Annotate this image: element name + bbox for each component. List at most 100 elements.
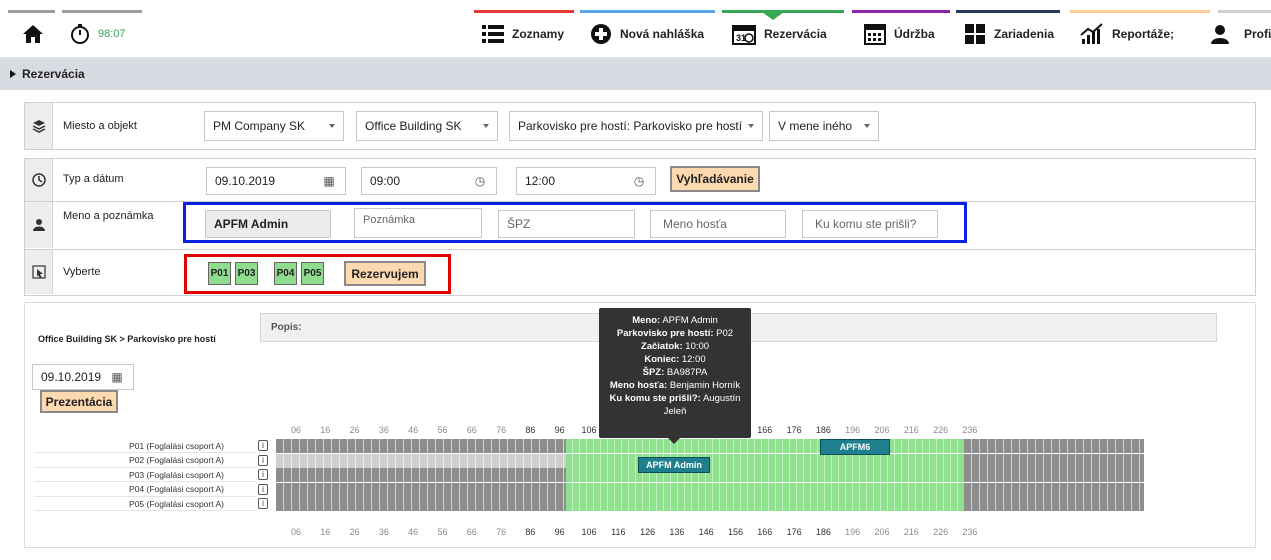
clock-small-icon[interactable]: ◷ — [623, 168, 655, 194]
nav-stripe — [852, 10, 950, 13]
gantt-row-bar[interactable] — [276, 482, 1144, 497]
on-behalf-select[interactable]: V mene iného — [769, 111, 879, 141]
select-value: V mene iného — [778, 119, 853, 133]
timeline-tick: 26 — [349, 527, 360, 537]
calendar-small-icon[interactable]: ▦ — [101, 365, 133, 389]
nav-nova-nahlaska[interactable]: Nová nahláška — [590, 23, 704, 45]
tooltip-line: Začiatok: 10:00 — [599, 340, 751, 353]
name-field[interactable]: APFM Admin — [205, 210, 331, 238]
time-to-value: 12:00 — [525, 174, 556, 188]
building-select[interactable]: Office Building SK — [356, 111, 498, 141]
note-field[interactable]: Poznámka — [354, 208, 482, 238]
presentation-button[interactable]: Prezentácia — [40, 390, 118, 413]
reservation-block-p01[interactable]: APFM6 — [820, 439, 890, 455]
gantt-row-label: P04 (Foglalási csoport A) — [34, 483, 256, 497]
timeline-tick: 166 — [757, 527, 773, 537]
timeline-tick: 36 — [378, 425, 389, 435]
clock-small-icon[interactable]: ◷ — [464, 168, 496, 194]
spot-button-p03[interactable]: P03 — [235, 262, 258, 285]
spot-button-p01[interactable]: P01 — [208, 262, 231, 285]
select-value: PM Company SK — [213, 119, 306, 133]
spot-button-p05[interactable]: P05 — [301, 262, 324, 285]
gantt-date-input[interactable]: 09.10.2019 ▦ — [32, 364, 134, 390]
plate-field[interactable]: ŠPZ — [498, 210, 635, 238]
tooltip-value: 10:00 — [685, 341, 710, 352]
nav-label: Rezervácia — [764, 27, 827, 41]
date-input[interactable]: 09.10.2019 ▦ — [206, 167, 346, 195]
nav-reportaze[interactable]: Reportáže; — [1080, 23, 1174, 45]
timeline-tick: 16 — [320, 425, 331, 435]
timeline-tick: 66 — [466, 425, 477, 435]
chevron-down-icon — [483, 124, 489, 128]
select-value: Parkovisko pre hostí: Parkovisko pre hos… — [518, 119, 743, 133]
nav-stripe — [956, 10, 1060, 13]
name-value: APFM Admin — [214, 217, 289, 231]
timeline-tick: 86 — [525, 527, 536, 537]
tooltip-line: Ku komu ste prišli?: Augustín Jeleň — [599, 392, 751, 418]
nav-zariadenia[interactable]: Zariadenia — [964, 23, 1054, 45]
timeline-tick: 16 — [320, 527, 331, 537]
timeline-tick: 46 — [408, 527, 419, 537]
timeline-tick: 196 — [845, 527, 861, 537]
row-label: Typ a dátum — [63, 173, 124, 185]
visiting-field[interactable]: Ku komu ste prišli? — [802, 210, 938, 238]
tooltip-line: Koniec: 12:00 — [599, 353, 751, 366]
row-icon-box — [25, 103, 53, 149]
nav-udrzba[interactable]: Údržba — [864, 23, 935, 45]
nav-zoznamy[interactable]: Zoznamy — [482, 23, 564, 45]
timeline-tick: 86 — [525, 425, 536, 435]
home-button[interactable] — [22, 23, 44, 45]
timeline-tick: 06 — [290, 527, 301, 537]
gantt-row-bar[interactable] — [276, 439, 1144, 453]
timeline-tick: 226 — [933, 527, 949, 537]
triangle-right-icon — [10, 70, 16, 78]
section-header-rezervacia[interactable]: Rezervácia — [0, 58, 1271, 90]
gantt-slot-segment — [566, 497, 964, 511]
nav-profil[interactable]: Profil — [1210, 23, 1271, 45]
tooltip-key: Koniec: — [644, 354, 680, 365]
info-icon[interactable]: i — [258, 483, 268, 495]
active-tab-indicator — [762, 12, 784, 20]
search-button[interactable]: Vyhľadávanie — [670, 166, 760, 192]
timeline-tick: 56 — [437, 425, 448, 435]
spot-button-p04[interactable]: P04 — [274, 262, 297, 285]
time-from-input[interactable]: 09:00 ◷ — [361, 167, 497, 195]
timeline-tick: 216 — [903, 527, 919, 537]
tooltip-line: Meno: APFM Admin — [599, 314, 751, 327]
row-label: Vyberte — [63, 266, 101, 278]
gantt-row-bar[interactable] — [276, 497, 1144, 511]
gantt-row-bar[interactable] — [276, 453, 1144, 468]
tooltip-value: BA987PA — [666, 367, 708, 378]
calendar-small-icon[interactable]: ▦ — [313, 168, 345, 194]
gantt-row-label: P01 (Foglalási csoport A) — [34, 439, 256, 453]
gantt-row-label: P02 (Foglalási csoport A) — [34, 454, 256, 468]
parking-select[interactable]: Parkovisko pre hostí: Parkovisko pre hos… — [509, 111, 763, 141]
info-icon[interactable]: i — [258, 469, 268, 480]
gantt-slot-segment — [964, 439, 1144, 453]
nav-rezervacia[interactable]: 31 Rezervácia — [732, 23, 827, 45]
info-icon[interactable]: i — [258, 498, 268, 509]
reservation-block-p02[interactable]: APFM Admin — [638, 457, 710, 473]
info-icon[interactable]: i — [258, 440, 268, 451]
company-select[interactable]: PM Company SK — [204, 111, 344, 141]
timeline-tick: 126 — [640, 527, 656, 537]
guest-name-field[interactable]: Meno hosťa — [650, 210, 786, 238]
plus-circle-icon — [591, 24, 611, 44]
time-to-input[interactable]: 12:00 ◷ — [516, 167, 656, 195]
gantt-row-bar[interactable] — [276, 468, 1144, 482]
row-icon-box — [25, 250, 53, 294]
timeline-tick: 66 — [466, 527, 477, 537]
chevron-down-icon — [748, 124, 754, 128]
timeline-tick: 76 — [496, 527, 507, 537]
nav-stripe — [474, 10, 574, 13]
gantt-date-value: 09.10.2019 — [41, 370, 102, 384]
gantt-slot-segment — [964, 482, 1144, 497]
nav-label: Údržba — [894, 27, 935, 41]
reserve-button[interactable]: Rezervujem — [344, 261, 426, 286]
reservation-tooltip: Meno: APFM Admin Parkovisko pre hostí: P… — [599, 308, 751, 444]
list-icon — [482, 25, 504, 43]
timeline-tick: 106 — [581, 425, 597, 435]
info-icon[interactable]: i — [258, 454, 268, 466]
tooltip-key: Ku komu ste prišli?: — [609, 393, 701, 404]
timeline-tick: 96 — [554, 527, 565, 537]
